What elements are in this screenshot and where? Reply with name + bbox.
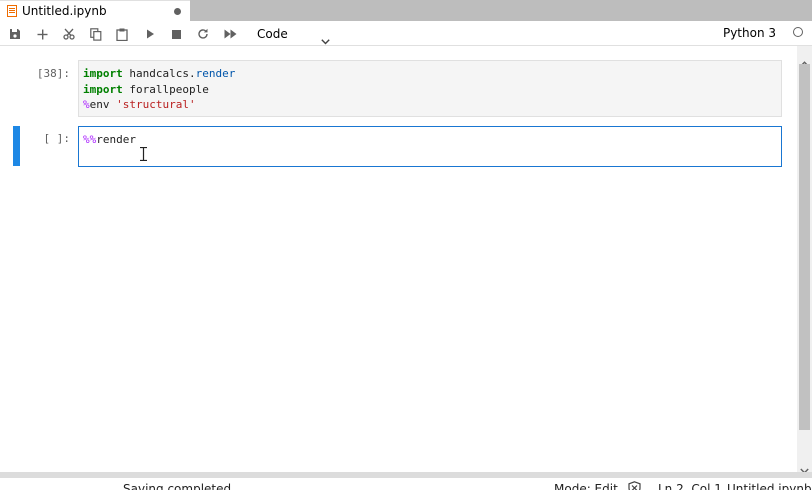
tab-bar: Untitled.ipynb <box>0 0 812 21</box>
horizontal-scrollbar[interactable] <box>0 472 812 478</box>
code-token: render <box>96 133 136 146</box>
kernel-name[interactable]: Python 3 <box>723 26 776 40</box>
code-token: forallpeople <box>122 82 209 96</box>
fast-forward-icon[interactable] <box>222 26 238 42</box>
code-line: %%render <box>83 132 781 148</box>
code-token: %% <box>83 133 97 146</box>
unsaved-dot-icon[interactable] <box>174 8 181 15</box>
cell-prompt: [38]: <box>36 67 70 80</box>
cell-prompt: [ ]: <box>43 132 71 145</box>
kernel-status-icon <box>793 27 803 37</box>
cut-icon[interactable] <box>61 26 77 42</box>
run-icon[interactable] <box>142 26 158 42</box>
code-line: %env 'structural' <box>83 97 781 113</box>
cursor-position[interactable]: Ln 2, Col 1 <box>658 482 722 490</box>
code-cell-input[interactable]: import handcalcs.render import forallpeop… <box>78 60 782 117</box>
code-token: 'structural' <box>116 98 196 111</box>
scrollbar-thumb[interactable] <box>799 64 810 430</box>
mode-indicator[interactable]: Mode: Edit <box>554 482 618 490</box>
add-cell-icon[interactable] <box>34 26 50 42</box>
code-line: import handcalcs.render <box>83 66 781 82</box>
code-token: handcalcs. <box>122 67 196 80</box>
code-token: import <box>83 67 123 80</box>
code-cell-input-active[interactable]: %%render <box>78 126 782 167</box>
code-token: render <box>195 67 236 80</box>
cell-type-dropdown[interactable]: Code <box>252 24 334 45</box>
paste-icon[interactable] <box>114 26 130 42</box>
code-token: import <box>83 82 123 96</box>
trusted-shield-icon[interactable] <box>628 481 641 490</box>
code-line: import forallpeople <box>83 82 781 98</box>
stop-icon[interactable] <box>168 26 184 42</box>
status-filename: Untitled.ipynb <box>727 482 812 490</box>
text-cursor-icon <box>139 146 148 165</box>
restart-icon[interactable] <box>195 26 211 42</box>
code-token: % <box>83 98 90 111</box>
cell-type-label: Code <box>257 27 288 41</box>
tab-untitled-notebook[interactable]: Untitled.ipynb <box>0 0 190 21</box>
save-icon[interactable] <box>7 26 23 42</box>
code-token: env <box>89 98 117 111</box>
status-bar: Saving completed Mode: Edit Ln 2, Col 1 … <box>0 472 812 490</box>
copy-icon[interactable] <box>88 26 104 42</box>
vertical-scrollbar[interactable] <box>797 46 812 474</box>
notebook-panel: [38]: import handcalcs.render import fora… <box>0 46 797 472</box>
save-status: Saving completed <box>123 482 232 490</box>
tab-title: Untitled.ipynb <box>22 4 107 18</box>
notebook-icon <box>7 5 17 17</box>
notebook-toolbar: Code Python 3 <box>0 21 812 46</box>
